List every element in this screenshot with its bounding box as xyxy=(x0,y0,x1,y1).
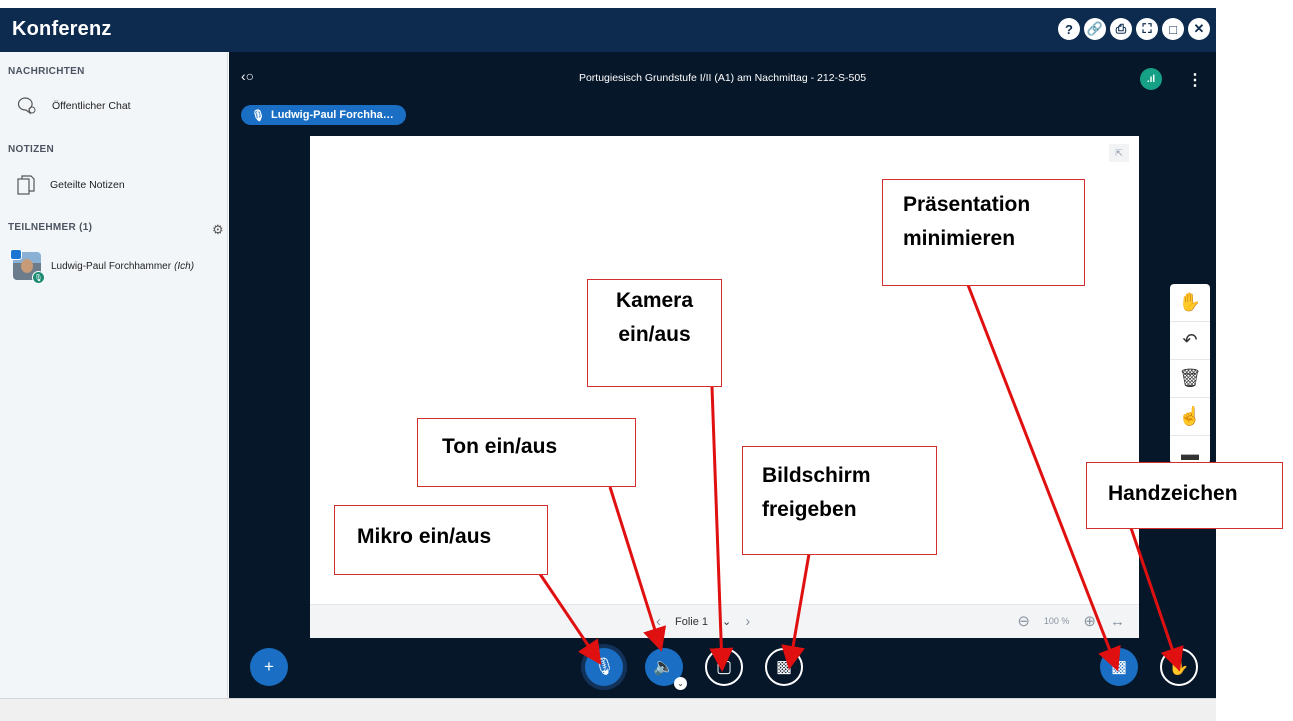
whiteboard-more-icon[interactable]: ▬ xyxy=(1170,436,1210,464)
sidebar-item-public-chat[interactable]: Öffentlicher Chat xyxy=(16,96,131,116)
zoom-controls: ⊖ 100 % ⊕ ↔ xyxy=(1017,612,1125,631)
slide-page-label[interactable]: Folie 1 xyxy=(675,616,708,628)
close-icon[interactable]: ✕ xyxy=(1188,18,1210,40)
top-bar: Konferenz ? 🔗 ⎙ ⛶ □ ✕ xyxy=(0,8,1216,52)
speaker-icon: 🔈 xyxy=(653,657,675,676)
help-icon[interactable]: ? xyxy=(1058,18,1080,40)
zoom-out-icon[interactable]: ⊖ xyxy=(1017,612,1030,630)
screen-share-button[interactable]: ▩ xyxy=(765,648,803,686)
fullscreen-icon[interactable]: ⛶ xyxy=(1136,18,1158,40)
actions-plus-button[interactable]: + xyxy=(250,648,288,686)
pan-hand-icon[interactable]: ✋ xyxy=(1170,284,1210,322)
talking-indicator[interactable]: 🎙 Ludwig-Paul Forchha… xyxy=(241,105,406,125)
participant-name: Ludwig-Paul Forchhammer xyxy=(51,260,172,272)
participant-self-tag: (Ich) xyxy=(174,260,195,272)
options-menu-icon[interactable]: ⋮ xyxy=(1187,70,1203,90)
messages-section-title: NACHRICHTEN xyxy=(8,66,85,77)
slide-toolbar: ‹ Folie 1 ⌄ › ⊖ 100 % ⊕ ↔ xyxy=(310,604,1139,638)
notes-icon xyxy=(16,174,36,196)
chevron-down-icon[interactable]: ⌄ xyxy=(722,615,731,628)
present-callout-text: Präsentation minimieren xyxy=(903,193,1031,250)
minimize-presentation-button[interactable]: ▩ xyxy=(1100,648,1138,686)
hand-callout-text: Handzeichen xyxy=(1108,482,1238,505)
camera-callout-text: Kamera ein/aus xyxy=(615,289,694,346)
mic-callout-text: Mikro ein/aus xyxy=(357,525,492,548)
hand-icon: ✋ xyxy=(1168,657,1190,676)
page: Konferenz ? 🔗 ⎙ ⛶ □ ✕ NACHRICHTEN Öffent… xyxy=(0,0,1293,721)
mic-icon: 🎙 xyxy=(251,109,265,122)
next-slide-icon[interactable]: › xyxy=(745,613,750,630)
slide-fullscreen-icon[interactable]: ⇱ xyxy=(1109,144,1129,162)
window-icon[interactable]: □ xyxy=(1162,18,1184,40)
sidebar: NACHRICHTEN Öffentlicher Chat NOTIZEN Ge… xyxy=(0,52,228,698)
camera-button[interactable]: ▢ xyxy=(705,648,743,686)
session-title: Portugiesisch Grundstufe I/II (A1) am Na… xyxy=(578,72,867,84)
participants-section-title: TEILNEHMER (1) xyxy=(8,222,93,233)
sidebar-item-shared-notes[interactable]: Geteilte Notizen xyxy=(16,174,125,196)
zoom-level: 100 % xyxy=(1043,616,1070,626)
shared-notes-label: Geteilte Notizen xyxy=(50,179,125,191)
mic-badge-icon: 🎙 xyxy=(32,271,45,284)
slide-navigation: ‹ Folie 1 ⌄ › xyxy=(656,613,750,630)
zoom-in-icon[interactable]: ⊕ xyxy=(1083,612,1096,630)
presentation-icon: ▩ xyxy=(1110,657,1128,676)
camera-callout: Kamera ein/aus xyxy=(587,279,722,387)
microphone-icon: 🎙 xyxy=(593,657,615,676)
status-bar xyxy=(0,698,1216,721)
fit-width-icon[interactable]: ↔ xyxy=(1110,613,1125,630)
whiteboard-toolbar: ✋ ↶ 🗑 ☝ ▬ xyxy=(1170,284,1210,464)
screen-share-icon: ▩ xyxy=(775,657,793,676)
chat-icon xyxy=(16,96,38,116)
app-title: Konferenz xyxy=(12,18,112,40)
window-controls: ? 🔗 ⎙ ⛶ □ ✕ xyxy=(1058,18,1210,40)
session-header: ‹○ Portugiesisch Grundstufe I/II (A1) am… xyxy=(229,66,1216,90)
mic-callout: Mikro ein/aus xyxy=(334,505,548,575)
audio-callout: Ton ein/aus xyxy=(417,418,636,487)
plus-icon: + xyxy=(264,657,274,676)
audio-callout-text: Ton ein/aus xyxy=(442,435,558,458)
audio-button[interactable]: 🔈 ⌄ xyxy=(645,648,687,690)
public-chat-label: Öffentlicher Chat xyxy=(52,100,131,112)
notes-section-title: NOTIZEN xyxy=(8,144,54,155)
connection-status-icon[interactable]: .ıl xyxy=(1140,68,1162,90)
chevron-down-icon[interactable]: ⌄ xyxy=(674,677,687,690)
multi-user-icon[interactable]: ☝ xyxy=(1170,398,1210,436)
screen-share-callout: Bildschirm freigeben xyxy=(742,446,937,555)
presenter-icon xyxy=(10,249,22,260)
present-callout: Präsentation minimieren xyxy=(882,179,1085,286)
previous-slide-icon[interactable]: ‹ xyxy=(656,613,661,630)
screen-share-callout-text: Bildschirm freigeben xyxy=(762,464,871,521)
main-area: ‹○ Portugiesisch Grundstufe I/II (A1) am… xyxy=(229,52,1216,698)
undo-icon[interactable]: ↶ xyxy=(1170,322,1210,360)
link-icon[interactable]: 🔗 xyxy=(1084,18,1106,40)
mic-button[interactable]: 🎙 xyxy=(585,648,623,686)
talking-indicator-name: Ludwig-Paul Forchha… xyxy=(270,109,394,121)
raise-hand-button[interactable]: ✋ xyxy=(1160,648,1198,686)
participant-item[interactable]: 🎙 Ludwig-Paul Forchhammer (Ich) xyxy=(10,249,195,284)
camera-off-icon: ▢ xyxy=(715,657,733,676)
gear-icon[interactable]: ⚙ xyxy=(212,222,224,238)
print-icon[interactable]: ⎙ xyxy=(1110,18,1132,40)
avatar: 🎙 xyxy=(10,249,45,284)
hand-callout: Handzeichen xyxy=(1086,462,1283,529)
trash-icon[interactable]: 🗑 xyxy=(1170,360,1210,398)
